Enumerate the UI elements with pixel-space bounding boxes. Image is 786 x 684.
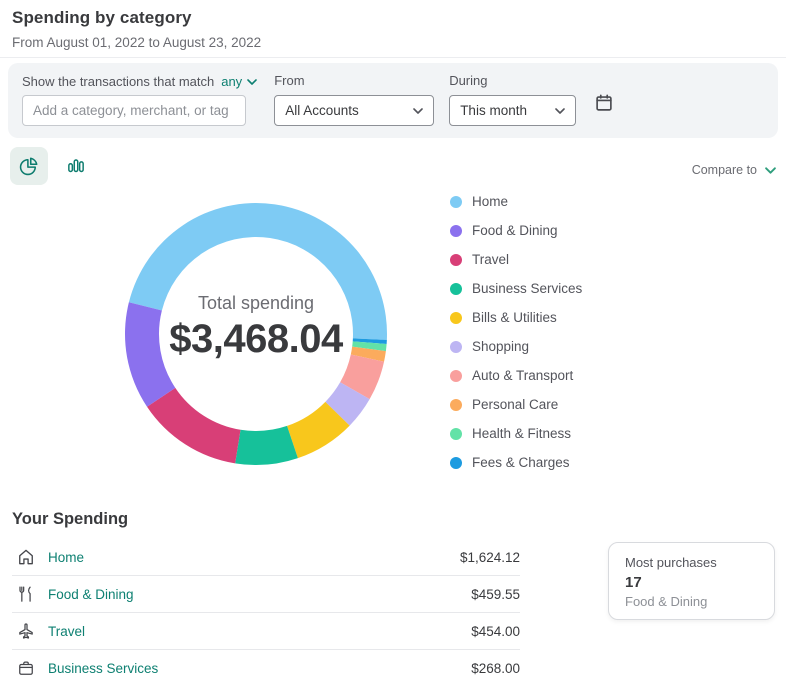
page-title: Spending by category bbox=[12, 8, 192, 27]
legend-item[interactable]: Home bbox=[450, 187, 582, 216]
legend-label: Personal Care bbox=[472, 397, 559, 412]
utensils-icon bbox=[16, 584, 36, 604]
chart-legend: Home Food & Dining Travel Business Services… bbox=[450, 187, 582, 477]
accounts-select-value: All Accounts bbox=[285, 103, 359, 118]
legend-label: Travel bbox=[472, 252, 510, 267]
chevron-down-icon bbox=[247, 78, 257, 85]
plane-icon bbox=[16, 621, 36, 641]
legend-dot bbox=[450, 195, 462, 208]
your-spending-heading: Your Spending bbox=[12, 510, 129, 528]
category-link[interactable]: Food & Dining bbox=[48, 587, 134, 602]
from-filter-group: From All Accounts bbox=[274, 73, 435, 126]
legend-item[interactable]: Fees & Charges bbox=[450, 448, 582, 477]
compare-to-dropdown[interactable]: Compare to bbox=[692, 163, 776, 177]
during-filter-group: During This month bbox=[449, 73, 577, 126]
legend-label: Fees & Charges bbox=[472, 455, 570, 470]
donut-slice[interactable] bbox=[235, 425, 298, 466]
legend-item[interactable]: Personal Care bbox=[450, 390, 582, 419]
category-link[interactable]: Business Services bbox=[48, 661, 158, 676]
header-divider bbox=[0, 57, 786, 58]
bar-chart-icon bbox=[68, 159, 84, 173]
legend-dot bbox=[450, 427, 462, 440]
category-amount: $1,624.12 bbox=[459, 549, 520, 565]
home-icon bbox=[16, 547, 36, 567]
legend-dot bbox=[450, 224, 462, 237]
donut-slice[interactable] bbox=[147, 387, 241, 464]
legend-dot bbox=[450, 253, 462, 266]
category-amount: $459.55 bbox=[471, 586, 520, 602]
legend-dot bbox=[450, 311, 462, 324]
pie-chart-icon bbox=[19, 157, 38, 176]
calendar-icon bbox=[596, 94, 612, 111]
card-title: Most purchases bbox=[625, 555, 717, 570]
legend-dot bbox=[450, 398, 462, 411]
accounts-select[interactable]: All Accounts bbox=[274, 95, 435, 126]
legend-item[interactable]: Bills & Utilities bbox=[450, 303, 582, 332]
legend-label: Business Services bbox=[472, 281, 583, 296]
legend-item[interactable]: Auto & Transport bbox=[450, 361, 582, 390]
category-amount: $268.00 bbox=[471, 660, 520, 676]
period-select-value: This month bbox=[460, 103, 527, 118]
match-any-dropdown[interactable]: any bbox=[221, 74, 257, 89]
category-search-input[interactable] bbox=[22, 95, 246, 126]
card-count: 17 bbox=[625, 574, 642, 591]
pie-chart-toggle[interactable] bbox=[10, 147, 48, 185]
spending-row: Home $1,624.12 bbox=[12, 539, 520, 576]
page-header: Spending by category From August 01, 202… bbox=[12, 8, 261, 50]
period-select[interactable]: This month bbox=[449, 95, 577, 126]
chevron-down-icon bbox=[555, 107, 565, 114]
legend-label: Shopping bbox=[472, 339, 530, 354]
spending-by-category-page: Spending by category From August 01, 202… bbox=[0, 0, 786, 684]
category-amount: $454.00 bbox=[471, 623, 520, 639]
spending-donut-chart: Total spending $3,468.04 bbox=[116, 194, 396, 474]
spending-list: Home $1,624.12 Food & Dining $459.55 Travel $… bbox=[12, 539, 520, 684]
bar-chart-toggle[interactable] bbox=[57, 147, 95, 185]
spending-row: Travel $454.00 bbox=[12, 613, 520, 650]
legend-item[interactable]: Business Services bbox=[450, 274, 582, 303]
legend-label: Bills & Utilities bbox=[472, 310, 557, 325]
during-label: During bbox=[449, 73, 488, 88]
legend-label: Food & Dining bbox=[472, 223, 558, 238]
card-category: Food & Dining bbox=[625, 594, 708, 609]
match-filter-group: Show the transactions that match any bbox=[22, 73, 257, 126]
compare-to-label: Compare to bbox=[691, 163, 757, 177]
legend-label: Health & Fitness bbox=[472, 426, 572, 441]
briefcase-icon bbox=[16, 658, 36, 678]
donut-slice[interactable] bbox=[125, 302, 176, 407]
legend-item[interactable]: Travel bbox=[450, 245, 582, 274]
spending-row: Business Services $268.00 bbox=[12, 650, 520, 684]
most-purchases-card: Most purchases 17 Food & Dining bbox=[608, 542, 775, 620]
from-label: From bbox=[274, 73, 305, 88]
legend-label: Auto & Transport bbox=[472, 368, 574, 383]
category-link[interactable]: Home bbox=[48, 550, 84, 565]
spending-row: Food & Dining $459.55 bbox=[12, 576, 520, 613]
donut-slice[interactable] bbox=[128, 202, 388, 340]
match-label: Show the transactions that match bbox=[22, 74, 215, 89]
filter-panel: Show the transactions that match any Fro… bbox=[8, 63, 778, 138]
category-link[interactable]: Travel bbox=[48, 624, 85, 639]
chevron-down-icon bbox=[413, 107, 423, 114]
legend-item[interactable]: Shopping bbox=[450, 332, 582, 361]
calendar-button[interactable] bbox=[593, 92, 615, 114]
legend-item[interactable]: Health & Fitness bbox=[450, 419, 582, 448]
match-any-value: any bbox=[221, 74, 243, 89]
legend-dot bbox=[450, 369, 462, 382]
date-range: From August 01, 2022 to August 23, 2022 bbox=[12, 35, 262, 50]
donut-svg bbox=[125, 202, 388, 466]
chart-toolbar: Compare to bbox=[10, 147, 776, 185]
chevron-down-icon bbox=[765, 166, 776, 174]
legend-dot bbox=[450, 340, 462, 353]
legend-item[interactable]: Food & Dining bbox=[450, 216, 582, 245]
legend-dot bbox=[450, 456, 462, 469]
legend-dot bbox=[450, 282, 462, 295]
legend-label: Home bbox=[472, 194, 509, 209]
